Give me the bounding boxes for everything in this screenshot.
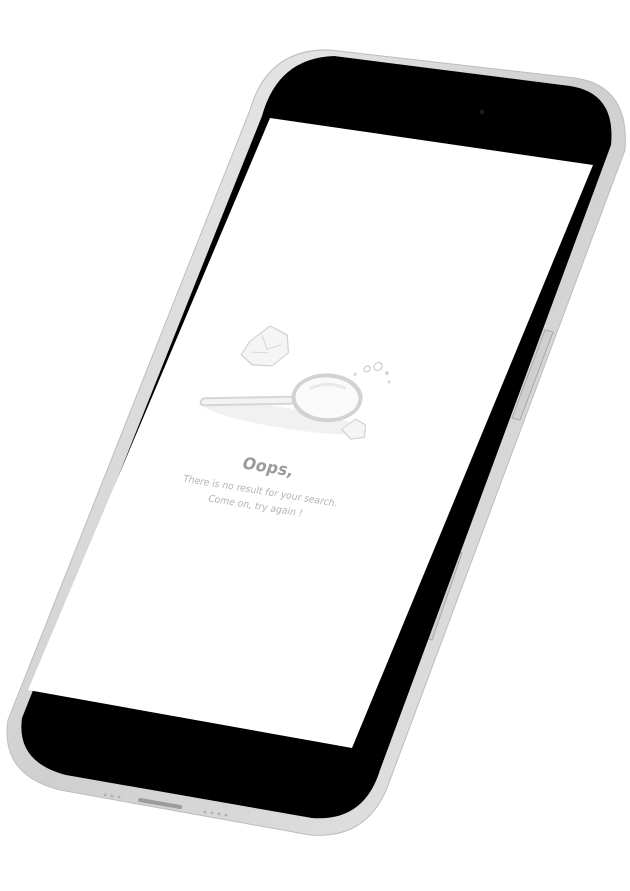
phone-mockup-stage: Oops, There is no result for your search…	[0, 0, 630, 891]
front-camera-icon	[479, 109, 485, 115]
